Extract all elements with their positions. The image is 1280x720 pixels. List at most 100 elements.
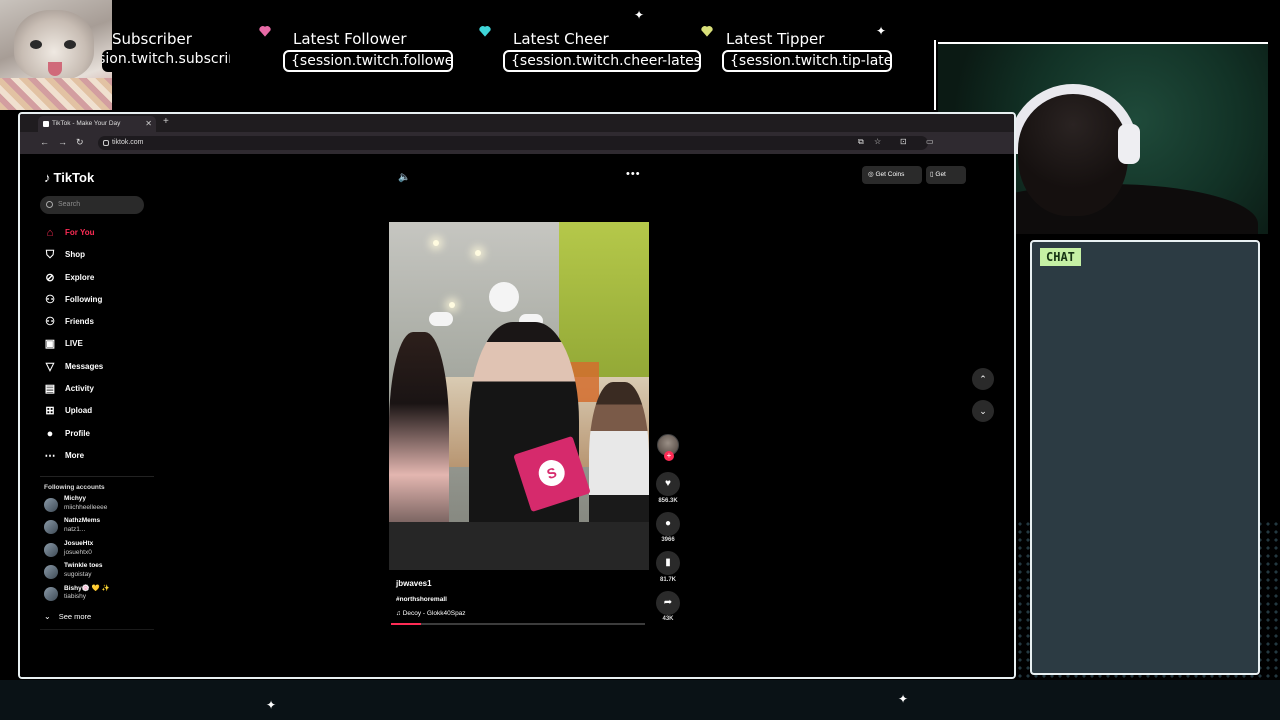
alert-value: {session.twitch.subscriber-latest.name}	[102, 50, 230, 72]
following-account[interactable]: NathzMems natz1...	[44, 517, 164, 539]
tiktok-note-icon: ♪	[44, 170, 51, 185]
save-button[interactable]: ▮	[656, 551, 680, 575]
sidebar-item-label: Activity	[65, 384, 94, 394]
comment-count: 3966	[661, 537, 675, 543]
sparkle-icon: ✦	[876, 24, 887, 38]
sparkle-icon: ✦	[634, 8, 645, 22]
live-icon: ▣	[44, 338, 56, 351]
video-sign-decor	[489, 282, 519, 312]
back-icon[interactable]: ←	[40, 137, 49, 147]
reload-icon[interactable]: ↻	[76, 137, 84, 148]
following-icon: ⚇	[45, 293, 55, 306]
following-account[interactable]: Michyy miichheelleeee	[44, 495, 164, 517]
forward-icon[interactable]: →	[58, 137, 67, 147]
volume-icon[interactable]: 🔈	[398, 172, 410, 183]
video-player[interactable]: S	[389, 222, 649, 570]
video-username[interactable]: jbwaves1	[396, 579, 432, 588]
comment-button[interactable]: ●	[656, 512, 680, 536]
get-coins-button[interactable]: ◎ Get Coins	[862, 166, 922, 184]
upload-icon: ⊞	[45, 405, 55, 418]
video-progress-fill	[391, 623, 422, 625]
cat-eye	[64, 40, 76, 49]
get-app-button[interactable]: ▯ Get	[926, 166, 966, 184]
compass-icon: ⊘	[45, 271, 55, 284]
activity-icon: ▤	[44, 383, 56, 396]
sidebar-item-label: Messages	[65, 361, 104, 371]
blanket	[0, 78, 112, 110]
more-options-icon[interactable]: •••	[626, 168, 641, 180]
side-panel-icon[interactable]: ▭	[926, 137, 934, 146]
divider	[40, 629, 154, 630]
account-name: Bishy🍥 💛 ✨	[64, 585, 110, 593]
search-placeholder: Search	[58, 201, 81, 208]
sidebar-item-more[interactable]: ⋯ More	[44, 447, 164, 469]
sparkle-icon: ✦	[898, 692, 909, 706]
sidebar-item-following[interactable]: ⚇ Following	[44, 291, 164, 313]
search-icon	[46, 201, 53, 208]
bottom-band	[0, 680, 1280, 720]
sidebar-nav: ⌂ For You ⛉ Shop ⊘ Explore ⚇ Following ⚇ Friends ▣…	[44, 224, 164, 469]
new-tab-icon[interactable]: +	[163, 116, 169, 127]
sidebar-item-upload[interactable]: ⊞ Upload	[44, 402, 164, 424]
browser-window: TikTok - Make Your Day ✕ + ← → ↻ tiktok.…	[18, 112, 1016, 679]
see-more-label: See more	[58, 612, 92, 621]
video-music[interactable]: ♫ Decoy - Glokk40Spaz	[396, 610, 466, 617]
avatar	[44, 520, 58, 535]
chevron-down-icon: ⌄	[44, 612, 51, 621]
chevron-up-icon: ⌃	[979, 374, 987, 384]
next-video-button[interactable]: ⌄	[972, 400, 994, 422]
cat-image	[0, 0, 112, 110]
logo-text: TikTok	[53, 170, 95, 185]
music-label: Decoy - Glokk40Spaz	[402, 610, 466, 617]
following-account[interactable]: Twinkle toes sugoistay	[44, 562, 164, 584]
tab-title: TikTok - Make Your Day	[52, 120, 121, 127]
get-coins-label: Get Coins	[875, 171, 905, 178]
see-more-link[interactable]: ⌄ See more	[44, 612, 91, 621]
sidebar-item-shop[interactable]: ⛉ Shop	[44, 246, 164, 268]
heart-icon	[259, 26, 271, 37]
video-progress-bar[interactable]	[391, 623, 645, 625]
url-field[interactable]: tiktok.com	[98, 136, 928, 150]
video-hashtag[interactable]: #northshoremall	[396, 596, 447, 603]
install-icon[interactable]: ⧉	[858, 137, 864, 147]
following-accounts-title: Following accounts	[44, 484, 105, 491]
friends-icon: ⚇	[45, 316, 55, 329]
bookmark-icon: ▮	[665, 557, 671, 568]
previous-video-button[interactable]: ⌃	[972, 368, 994, 390]
account-name: NathzMems	[64, 517, 101, 525]
tiktok-logo[interactable]: ♪ TikTok	[44, 170, 94, 185]
get-app-label: Get	[935, 171, 946, 178]
video-floor	[389, 522, 649, 570]
avatar	[44, 564, 58, 579]
sidebar-item-for-you[interactable]: ⌂ For You	[44, 224, 164, 246]
following-account[interactable]: Bishy🍥 💛 ✨ tiabishy	[44, 584, 164, 606]
sidebar-item-messages[interactable]: ▽ Messages	[44, 358, 164, 380]
sidebar-item-explore[interactable]: ⊘ Explore	[44, 269, 164, 291]
sidebar-item-label: Shop	[65, 250, 85, 260]
bookmark-star-icon[interactable]: ☆	[874, 137, 881, 146]
sidebar-item-friends[interactable]: ⚇ Friends	[44, 313, 164, 335]
share-button[interactable]: ➦	[656, 591, 680, 615]
heart-icon: ♥	[665, 478, 671, 489]
follow-plus-icon[interactable]: +	[664, 451, 674, 461]
account-handle: josuehtx0	[64, 548, 92, 556]
browser-tab[interactable]: TikTok - Make Your Day ✕	[38, 116, 156, 132]
like-count: 856.3K	[658, 498, 678, 504]
extensions-icon[interactable]: ⊡	[900, 137, 907, 146]
cat-eye	[30, 40, 42, 49]
like-button[interactable]: ♥	[656, 472, 680, 496]
tab-bar: TikTok - Make Your Day ✕ +	[20, 114, 1014, 132]
sidebar-item-profile[interactable]: ● Profile	[44, 425, 164, 447]
search-input[interactable]: Search	[40, 196, 144, 214]
sidebar-item-label: Explore	[65, 272, 95, 282]
sidebar-item-label: Friends	[65, 317, 94, 327]
close-icon[interactable]: ✕	[145, 116, 152, 132]
sidebar-item-label: More	[65, 450, 85, 460]
sparkle-icon: ✦	[266, 698, 277, 712]
following-account[interactable]: JosueHtx josuehtx0	[44, 540, 164, 562]
stream-overlay: Subscriber {session.twitch.subscriber-la…	[0, 0, 1280, 720]
share-count: 43K	[662, 616, 674, 622]
sidebar-item-activity[interactable]: ▤ Activity	[44, 380, 164, 402]
sidebar-item-live[interactable]: ▣ LIVE	[44, 335, 164, 357]
site-info-icon[interactable]	[103, 140, 109, 146]
